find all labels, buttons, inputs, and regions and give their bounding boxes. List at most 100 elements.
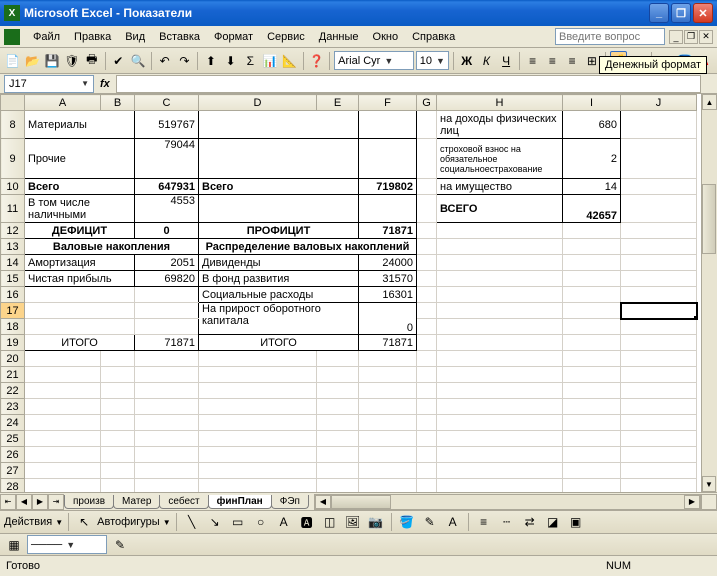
cell[interactable]	[621, 139, 697, 179]
cell[interactable]	[135, 319, 199, 335]
cell[interactable]	[417, 223, 437, 239]
cell[interactable]	[563, 287, 621, 303]
row-20[interactable]: 20	[1, 351, 25, 367]
cell[interactable]: Социальные расходы	[199, 287, 359, 303]
scroll-right-icon[interactable]: ▶	[684, 495, 700, 509]
row-16[interactable]: 16	[1, 287, 25, 303]
menu-data[interactable]: Данные	[312, 29, 366, 45]
tab-finplan[interactable]: финПлан	[208, 495, 272, 509]
arrow-style-icon[interactable]: ⇄	[520, 512, 540, 532]
row-23[interactable]: 23	[1, 399, 25, 415]
scroll-up-icon[interactable]: ▲	[702, 94, 717, 110]
save-icon[interactable]: 💾	[43, 51, 61, 71]
col-H[interactable]: H	[437, 95, 563, 111]
row-14[interactable]: 14	[1, 255, 25, 271]
row-28[interactable]: 28	[1, 479, 25, 493]
cell[interactable]	[135, 303, 199, 319]
menu-edit[interactable]: Правка	[67, 29, 118, 45]
tab-next-icon[interactable]: ▶	[32, 494, 48, 510]
cell[interactable]	[417, 111, 437, 139]
cell[interactable]	[563, 335, 621, 351]
row-11[interactable]: 11	[1, 195, 25, 223]
cell[interactable]: В том числе наличными	[25, 195, 135, 223]
underline-icon[interactable]: Ч	[497, 51, 515, 71]
cell[interactable]: ВСЕГО	[437, 195, 563, 223]
cell[interactable]: 16301	[359, 287, 417, 303]
menu-format[interactable]: Формат	[207, 29, 260, 45]
cell[interactable]	[417, 335, 437, 351]
formula-input[interactable]	[116, 75, 701, 93]
cell[interactable]	[359, 195, 417, 223]
cell[interactable]	[621, 223, 697, 239]
tab-mater[interactable]: Матер	[113, 495, 160, 509]
menu-service[interactable]: Сервис	[260, 29, 312, 45]
cell[interactable]	[417, 195, 437, 223]
tab-sebest[interactable]: себест	[159, 495, 208, 509]
cell[interactable]	[25, 287, 135, 303]
row-13[interactable]: 13	[1, 239, 25, 255]
cell[interactable]	[417, 303, 437, 319]
cell[interactable]: Всего	[199, 179, 359, 195]
cell[interactable]: 0	[135, 223, 199, 239]
select-all[interactable]	[1, 95, 25, 111]
horizontal-scrollbar[interactable]: ◀ ▶	[314, 494, 701, 510]
line-weight-box[interactable]: ────▼	[27, 535, 107, 554]
cell[interactable]: 4553	[135, 195, 199, 223]
pen-color-icon[interactable]: ✎	[110, 535, 130, 555]
cell[interactable]	[437, 271, 563, 287]
mdi-minimize[interactable]: _	[669, 30, 683, 44]
row-25[interactable]: 25	[1, 431, 25, 447]
3d-icon[interactable]: ▣	[566, 512, 586, 532]
row-12[interactable]: 12	[1, 223, 25, 239]
cell[interactable]: Дивиденды	[199, 255, 359, 271]
open-icon[interactable]: 📂	[24, 51, 42, 71]
cell[interactable]: Прочие	[25, 139, 135, 179]
cell[interactable]: 2	[563, 139, 621, 179]
cell[interactable]: 14	[563, 179, 621, 195]
cell[interactable]	[621, 239, 697, 255]
cell[interactable]: ИТОГО	[25, 335, 135, 351]
cell[interactable]: 79044	[135, 139, 199, 179]
row-21[interactable]: 21	[1, 367, 25, 383]
chart-icon[interactable]: 📊	[261, 51, 279, 71]
cell[interactable]	[621, 255, 697, 271]
oval-icon[interactable]: ○	[251, 512, 271, 532]
permission-icon[interactable]: 🛡	[63, 51, 81, 71]
cell[interactable]	[563, 255, 621, 271]
close-button[interactable]: ✕	[693, 3, 713, 23]
row-15[interactable]: 15	[1, 271, 25, 287]
cell[interactable]: строховой взнос на обязательное социальн…	[437, 139, 563, 179]
menu-window[interactable]: Окно	[366, 29, 406, 45]
cell[interactable]: 519767	[135, 111, 199, 139]
tab-last-icon[interactable]: ⇥	[48, 494, 64, 510]
cell[interactable]	[417, 287, 437, 303]
col-J[interactable]: J	[621, 95, 697, 111]
mdi-close[interactable]: ✕	[699, 30, 713, 44]
arrow-icon[interactable]: ↘	[205, 512, 225, 532]
cell[interactable]	[621, 111, 697, 139]
redo-icon[interactable]: ↷	[176, 51, 194, 71]
cell[interactable]	[621, 271, 697, 287]
cell[interactable]	[25, 319, 135, 335]
cell[interactable]: Валовые накопления	[25, 239, 199, 255]
line-icon[interactable]: ╲	[182, 512, 202, 532]
cell[interactable]	[437, 223, 563, 239]
cell[interactable]: Всего	[25, 179, 135, 195]
cell[interactable]	[417, 179, 437, 195]
menu-insert[interactable]: Вставка	[152, 29, 207, 45]
col-C[interactable]: C	[135, 95, 199, 111]
textbox-icon[interactable]: A	[274, 512, 294, 532]
help-icon[interactable]: ❓	[308, 51, 326, 71]
cell[interactable]	[199, 139, 359, 179]
cell[interactable]	[437, 255, 563, 271]
sort-desc-icon[interactable]: ⬇	[222, 51, 240, 71]
cell[interactable]	[437, 239, 563, 255]
help-input[interactable]	[555, 28, 665, 45]
cell[interactable]	[563, 319, 621, 335]
cell[interactable]: 31570	[359, 271, 417, 287]
autoshapes-menu[interactable]: Автофигуры	[97, 516, 160, 528]
cell[interactable]	[417, 239, 437, 255]
spell-icon[interactable]: ✔	[109, 51, 127, 71]
cell[interactable]: ДЕФИЦИТ	[25, 223, 135, 239]
menu-view[interactable]: Вид	[118, 29, 152, 45]
